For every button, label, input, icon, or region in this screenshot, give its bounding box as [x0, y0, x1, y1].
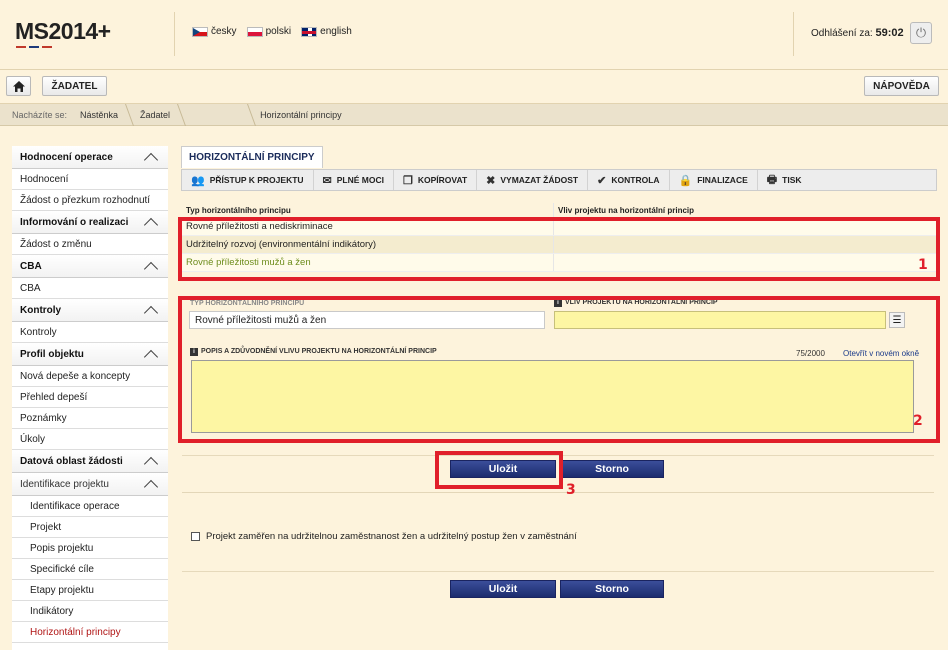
envelope-icon: ✉ — [322, 174, 332, 187]
lang-czech[interactable]: česky — [192, 26, 237, 37]
logout-button[interactable]: ⏻ — [910, 22, 932, 44]
checkmark-icon: ✔ — [597, 174, 607, 187]
breadcrumb-dashboard[interactable]: Nástěnka — [70, 104, 130, 126]
sidebar-item-ukoly[interactable]: Úkoly — [12, 429, 168, 450]
sidebar-item-horizontalni-principy[interactable]: Horizontální principy — [12, 622, 168, 643]
close-icon: ✖ — [486, 174, 496, 187]
header-divider — [793, 12, 794, 56]
checkbox-label: Projekt zaměřen na udržitelnou zaměstnan… — [206, 531, 577, 542]
chevron-up-icon — [143, 456, 159, 471]
powers-of-attorney-button[interactable]: ✉ PLNÉ MOCI — [314, 170, 394, 190]
sidebar-item-hodnoceni[interactable]: Hodnocení — [12, 169, 168, 190]
nav-bar: ŽADATEL NÁPOVĚDA — [0, 70, 948, 104]
breadcrumb: Nacházíte se: Nástěnka Žadatel Horizontá… — [0, 104, 948, 126]
copy-button[interactable]: ❐ KOPÍROVAT — [394, 170, 478, 190]
sidebar-item-nova-depese[interactable]: Nová depeše a koncepty — [12, 366, 168, 387]
sidebar-section-hodnoceni-operace[interactable]: Hodnocení operace — [12, 146, 168, 169]
sidebar-item-identifikace-operace[interactable]: Identifikace operace — [12, 496, 168, 517]
uk-flag-icon — [301, 26, 318, 37]
sidebar-item-zadost-o-zmenu[interactable]: Žádost o změnu — [12, 234, 168, 255]
lang-polish[interactable]: polski — [246, 26, 291, 37]
sidebar-section-identifikace-projektu[interactable]: Identifikace projektu — [12, 473, 168, 496]
cancel-button[interactable]: Storno — [560, 460, 664, 478]
breadcrumb-empty[interactable] — [182, 104, 252, 126]
top-header: MS2014+ česky polski english Odhlášení z… — [0, 0, 948, 70]
sidebar-item-cba[interactable]: CBA — [12, 278, 168, 299]
column-header-impact[interactable]: Vliv projektu na horizontální princip — [554, 203, 937, 217]
lock-icon: 🔒 — [678, 174, 693, 187]
access-to-project-button[interactable]: 👥 PŘÍSTUP K PROJEKTU — [182, 170, 314, 190]
applicant-button[interactable]: ŽADATEL — [42, 76, 107, 96]
sidebar-item-indikatory[interactable]: Indikátory — [12, 601, 168, 622]
sidebar-section-profil-objektu[interactable]: Profil objektu — [12, 343, 168, 366]
sustainable-employment-checkbox-row[interactable]: Projekt zaměřen na udržitelnou zaměstnan… — [191, 531, 577, 542]
sustainable-employment-checkbox[interactable] — [191, 532, 200, 541]
sidebar-section-datova-oblast[interactable]: Datová oblast žádosti — [12, 450, 168, 473]
divider — [182, 571, 934, 572]
annotation-number-3: 3 — [566, 482, 576, 498]
sidebar-item-kontroly[interactable]: Kontroly — [12, 322, 168, 343]
annotation-box-3 — [435, 451, 563, 489]
sidebar-section-cba[interactable]: CBA — [12, 255, 168, 278]
sidebar-item-etapy-projektu[interactable]: Etapy projektu — [12, 580, 168, 601]
breadcrumb-current: Horizontální principy — [260, 109, 342, 120]
sidebar-item-specificke-cile[interactable]: Specifické cíle — [12, 559, 168, 580]
sidebar-item-poznamky[interactable]: Poznámky — [12, 408, 168, 429]
sidebar-item-popis-projektu[interactable]: Popis projektu — [12, 538, 168, 559]
sidebar-item-zadost-o-prezkum[interactable]: Žádost o přezkum rozhodnutí — [12, 190, 168, 211]
home-icon — [12, 80, 25, 92]
check-button[interactable]: ✔ KONTROLA — [588, 170, 670, 190]
lower-panel: Projekt zaměřen na udržitelnou zaměstnan… — [182, 492, 934, 650]
chevron-up-icon — [143, 152, 159, 167]
sidebar-item-prehled-depesi[interactable]: Přehled depeší — [12, 387, 168, 408]
header-divider — [174, 12, 175, 56]
sidebar: Hodnocení operace Hodnocení Žádost o pře… — [12, 146, 168, 650]
print-button[interactable]: 🖶 TISK — [758, 170, 811, 190]
breadcrumb-applicant[interactable]: Žadatel — [130, 104, 182, 126]
save-button-bottom[interactable]: Uložit — [450, 580, 556, 598]
chevron-up-icon — [143, 261, 159, 276]
annotation-box-2 — [178, 296, 940, 443]
chevron-up-icon — [143, 305, 159, 320]
czech-flag-icon — [192, 26, 208, 37]
session-timer: Odhlášení za: 59:02 — [811, 27, 904, 39]
annotation-number-2: 2 — [913, 413, 923, 429]
tab-horizontalni-principy[interactable]: HORIZONTÁLNÍ PRINCIPY — [181, 146, 323, 168]
annotation-box-1 — [178, 217, 940, 281]
delete-application-button[interactable]: ✖ VYMAZAT ŽÁDOST — [477, 170, 589, 190]
chevron-up-icon — [143, 217, 159, 232]
cancel-button-bottom[interactable]: Storno — [560, 580, 664, 598]
chevron-up-icon — [143, 479, 159, 494]
polish-flag-icon — [246, 26, 263, 37]
copy-icon: ❐ — [403, 174, 413, 187]
home-button[interactable] — [6, 76, 31, 96]
help-button[interactable]: NÁPOVĚDA — [864, 76, 939, 96]
sidebar-section-kontroly[interactable]: Kontroly — [12, 299, 168, 322]
sidebar-item-projekt[interactable]: Projekt — [12, 517, 168, 538]
chevron-up-icon — [143, 349, 159, 364]
print-icon: 🖶 — [766, 173, 778, 186]
finalize-button[interactable]: 🔒 FINALIZACE — [670, 170, 758, 190]
column-header-type[interactable]: Typ horizontálního principu — [182, 203, 554, 217]
sidebar-section-informovani[interactable]: Informování o realizaci — [12, 211, 168, 234]
ms2014-logo[interactable]: MS2014+ — [15, 18, 111, 45]
table-header: Typ horizontálního principu Vliv projekt… — [182, 203, 937, 218]
power-icon: ⏻ — [915, 25, 927, 40]
logo-color-bars — [16, 46, 52, 48]
lang-english[interactable]: english — [301, 26, 352, 37]
language-switcher: česky polski english — [192, 26, 352, 37]
annotation-number-1: 1 — [918, 257, 928, 273]
people-icon: 👥 — [191, 174, 205, 187]
action-toolbar: 👥 PŘÍSTUP K PROJEKTU ✉ PLNÉ MOCI ❐ KOPÍROVA… — [181, 169, 937, 191]
breadcrumb-prefix: Nacházíte se: — [12, 109, 68, 120]
